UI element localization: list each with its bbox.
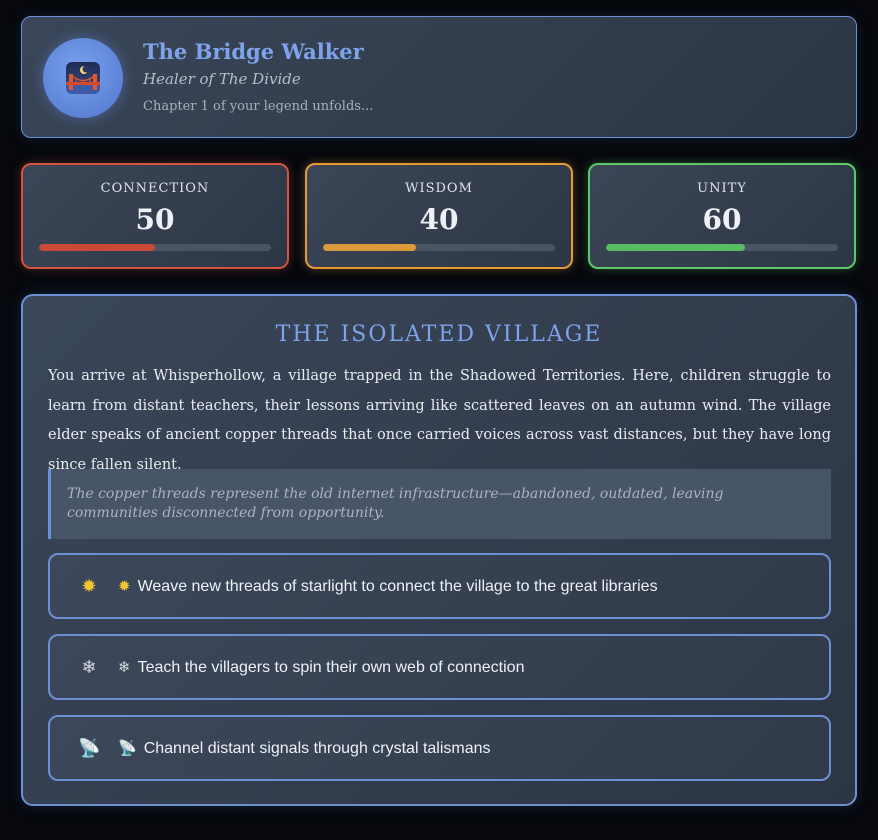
- stat-value: 40: [419, 203, 459, 236]
- scene-title: THE ISOLATED VILLAGE: [275, 322, 603, 347]
- choice-label: Teach the villagers to spin their own we…: [137, 659, 525, 676]
- stat-label: CONNECTION: [100, 181, 210, 196]
- stat-progress-fill: [606, 244, 746, 251]
- scene-note: The copper threads represent the old int…: [48, 469, 831, 539]
- sun-icon: ✹: [118, 577, 131, 595]
- chapter-indicator: Chapter 1 of your legend unfolds...: [143, 99, 374, 114]
- stat-progress-bar: [606, 244, 838, 251]
- choice-button-crystal[interactable]: 📡 📡 Channel distant signals through cryst…: [48, 715, 831, 781]
- stat-wisdom: WISDOM 40: [305, 163, 573, 269]
- choice-button-web[interactable]: ❄ ❄ Teach the villagers to spin their own…: [48, 634, 831, 700]
- satellite-antenna-icon: 📡: [78, 738, 101, 759]
- scene-card: THE ISOLATED VILLAGE You arrive at Whisp…: [21, 294, 857, 806]
- choice-button-starlight[interactable]: ✹ ✹ Weave new threads of starlight to con…: [48, 553, 831, 619]
- choice-label: Channel distant signals through crystal …: [143, 740, 491, 757]
- bridge-at-night-icon: [66, 62, 100, 94]
- character-avatar: [43, 38, 123, 118]
- game-screen: The Bridge Walker Healer of The Divide C…: [0, 0, 878, 840]
- web-icon: ❄: [118, 658, 131, 676]
- stat-value: 50: [135, 203, 175, 236]
- stat-label: WISDOM: [405, 181, 473, 196]
- stat-label: UNITY: [697, 181, 747, 196]
- stat-progress-fill: [323, 244, 416, 251]
- character-subtitle: Healer of The Divide: [143, 70, 301, 88]
- character-header: The Bridge Walker Healer of The Divide C…: [21, 16, 857, 138]
- scene-narrative: You arrive at Whisperhollow, a village t…: [48, 368, 831, 473]
- stat-connection: CONNECTION 50: [21, 163, 289, 269]
- satellite-antenna-icon: 📡: [118, 739, 137, 757]
- choice-label: Weave new threads of starlight to connec…: [137, 578, 658, 595]
- stat-progress-fill: [39, 244, 155, 251]
- stat-unity: UNITY 60: [588, 163, 856, 269]
- stat-value: 60: [702, 203, 742, 236]
- stat-progress-bar: [323, 244, 555, 251]
- stat-progress-bar: [39, 244, 271, 251]
- character-title: The Bridge Walker: [143, 39, 364, 64]
- sun-icon: ✹: [81, 576, 97, 597]
- web-icon: ❄: [81, 657, 97, 678]
